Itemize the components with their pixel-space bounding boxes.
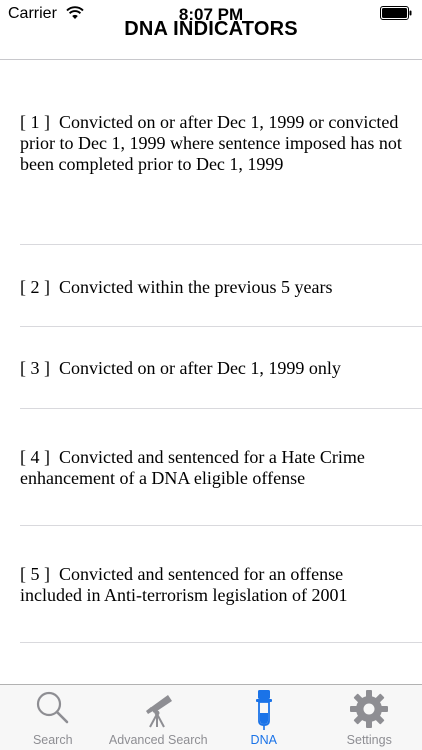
indicator-number: [ 3 ] — [20, 358, 50, 378]
indicator-number: [ 1 ] — [20, 112, 50, 132]
indicator-text: [ 2 ] Convicted within the previous 5 ye… — [20, 277, 402, 298]
indicator-text: [ 4 ] Convicted and sentenced for a Hate… — [20, 447, 402, 489]
list-item-indicator-3[interactable]: [ 3 ] Convicted on or after Dec 1, 1999 … — [0, 327, 422, 409]
list-item-indicator-2[interactable]: [ 2 ] Convicted within the previous 5 ye… — [0, 245, 422, 327]
indicator-description: Convicted on or after Dec 1, 1999 or con… — [20, 112, 402, 174]
row-separator — [20, 642, 422, 643]
gear-icon — [350, 690, 389, 728]
indicator-number: [ 2 ] — [20, 277, 50, 297]
telescope-icon — [146, 695, 173, 728]
tab-label: Search — [32, 733, 73, 747]
tab-search[interactable]: Search — [0, 685, 106, 750]
page-title: DNA INDICATORS — [124, 18, 298, 40]
tab-label: DNA — [250, 733, 277, 747]
indicator-number: [ 5 ] — [20, 564, 50, 584]
list-item-indicator-1[interactable]: [ 1 ] Convicted on or after Dec 1, 1999 … — [0, 60, 422, 245]
indicator-text: [ 3 ] Convicted on or after Dec 1, 1999 … — [20, 358, 402, 379]
indicator-description: Convicted within the previous 5 years — [59, 277, 333, 297]
indicator-text: [ 5 ] Convicted and sentenced for an off… — [20, 564, 402, 606]
tab-label: Settings — [346, 733, 392, 747]
tab-settings[interactable]: Settings — [317, 685, 422, 750]
indicator-text: [ 1 ] Convicted on or after Dec 1, 1999 … — [20, 112, 402, 175]
list-item-indicator-5[interactable]: [ 5 ] Convicted and sentenced for an off… — [0, 526, 422, 643]
tab-label: Advanced Search — [108, 733, 208, 747]
indicator-description: Convicted and sentenced for an offense i… — [20, 564, 348, 605]
tab-advanced-search[interactable]: Advanced Search — [106, 685, 212, 750]
indicator-list[interactable]: [ 1 ] Convicted on or after Dec 1, 1999 … — [0, 60, 422, 684]
tab-bar: Search Advanced Search DNA Settings — [0, 684, 422, 750]
indicator-description: Convicted on or after Dec 1, 1999 only — [59, 358, 341, 378]
list-item-indicator-4[interactable]: [ 4 ] Convicted and sentenced for a Hate… — [0, 409, 422, 526]
tab-dna[interactable]: DNA — [211, 685, 317, 750]
magnifier-icon — [36, 691, 69, 724]
test-tube-icon — [255, 690, 272, 730]
indicator-number: [ 4 ] — [20, 447, 50, 467]
indicator-description: Convicted and sentenced for a Hate Crime… — [20, 447, 365, 488]
